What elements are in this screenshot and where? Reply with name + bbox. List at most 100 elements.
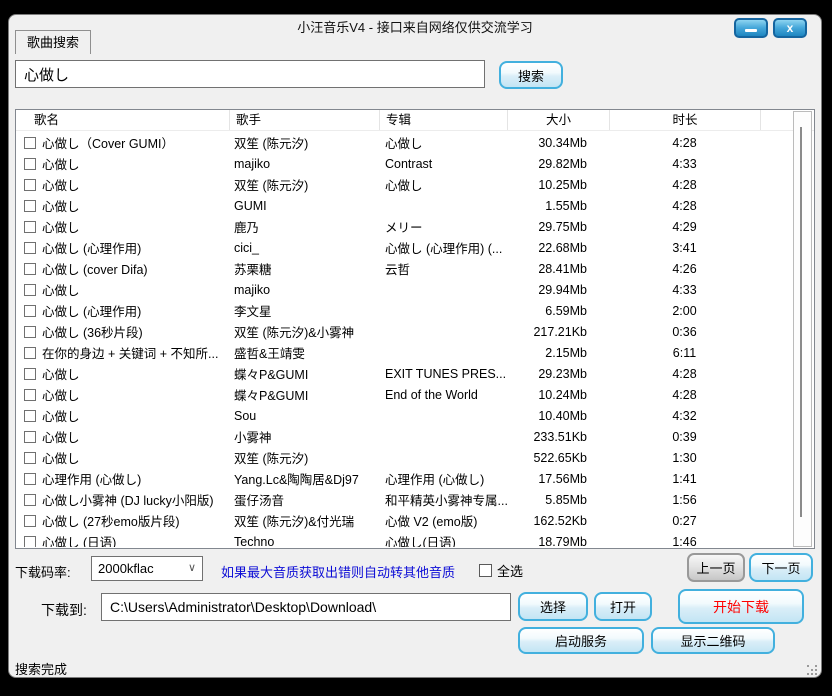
row-checkbox[interactable] (24, 137, 36, 149)
song-duration: 4:32 (609, 409, 760, 423)
choose-folder-button[interactable]: 选择 (518, 592, 588, 621)
table-row[interactable]: 心做し (cover Difa) 苏栗糖 云哲 28.41Mb 4:26 (16, 258, 814, 279)
table-row[interactable]: 心做し 小雾神 233.51Kb 0:39 (16, 426, 814, 447)
close-icon: x (787, 21, 794, 35)
row-checkbox[interactable] (24, 284, 36, 296)
table-row[interactable]: 心做し（Cover GUMI） 双笙 (陈元汐) 心做し 30.34Mb 4:2… (16, 132, 814, 153)
table-body: 心做し（Cover GUMI） 双笙 (陈元汐) 心做し 30.34Mb 4:2… (16, 132, 814, 547)
song-artist: Yang.Lc&陶陶居&Dj97 (229, 469, 379, 488)
select-all-control[interactable]: 全选 (479, 561, 523, 580)
song-duration: 0:27 (609, 514, 760, 528)
song-artist: Sou (229, 409, 379, 423)
row-checkbox[interactable] (24, 410, 36, 422)
song-size: 233.51Kb (507, 430, 609, 444)
row-checkbox[interactable] (24, 536, 36, 548)
table-row[interactable]: 心做し (心理作用) cici_ 心做し (心理作用) (... 22.68Mb… (16, 237, 814, 258)
song-artist: 蝶々P&GUMI (229, 364, 379, 383)
scrollbar[interactable] (793, 111, 812, 547)
row-checkbox[interactable] (24, 242, 36, 254)
table-row[interactable]: 心做し 双笙 (陈元汐) 522.65Kb 1:30 (16, 447, 814, 468)
column-header-album[interactable]: 专辑 (379, 110, 507, 130)
table-row[interactable]: 心做し 双笙 (陈元汐) 心做し 10.25Mb 4:28 (16, 174, 814, 195)
row-checkbox[interactable] (24, 179, 36, 191)
table-row[interactable]: 心做し 鹿乃 メリー 29.75Mb 4:29 (16, 216, 814, 237)
resize-grip-icon[interactable] (807, 665, 809, 667)
song-artist: majiko (229, 283, 379, 297)
row-checkbox[interactable] (24, 494, 36, 506)
song-name: 心做し (27秒emo版片段) (42, 511, 180, 530)
row-checkbox[interactable] (24, 389, 36, 401)
row-checkbox[interactable] (24, 368, 36, 380)
song-duration: 1:41 (609, 472, 760, 486)
table-row[interactable]: 心做し小雾神 (DJ lucky小阳版) 蛋仔汤音 和平精英小雾神专属... 5… (16, 489, 814, 510)
song-artist: 小雾神 (229, 427, 379, 446)
table-row[interactable]: 心做し GUMI 1.55Mb 4:28 (16, 195, 814, 216)
row-checkbox[interactable] (24, 158, 36, 170)
prev-page-button[interactable]: 上一页 (687, 553, 745, 582)
title-bar[interactable]: 小汪音乐V4 - 接口来自网络仅供交流学习 x (9, 15, 821, 41)
song-size: 22.68Mb (507, 241, 609, 255)
table-row[interactable]: 心做し (日语) Techno 心做し(日语) 18.79Mb 1:46 (16, 531, 814, 547)
table-row[interactable]: 心做し majiko Contrast 29.82Mb 4:33 (16, 153, 814, 174)
minimize-button[interactable] (734, 18, 768, 38)
select-all-checkbox[interactable] (479, 564, 492, 577)
song-artist: 苏栗糖 (229, 259, 379, 278)
row-checkbox[interactable] (24, 473, 36, 485)
song-album: 云哲 (379, 259, 507, 278)
row-checkbox[interactable] (24, 221, 36, 233)
start-download-button[interactable]: 开始下载 (678, 589, 804, 624)
table-row[interactable]: 心做し 蝶々P&GUMI End of the World 10.24Mb 4:… (16, 384, 814, 405)
table-row[interactable]: 心做し Sou 10.40Mb 4:32 (16, 405, 814, 426)
song-name: 心做し (心理作用) (42, 301, 141, 320)
song-size: 217.21Kb (507, 325, 609, 339)
table-row[interactable]: 心理作用 (心做し) Yang.Lc&陶陶居&Dj97 心理作用 (心做し) 1… (16, 468, 814, 489)
search-button[interactable]: 搜索 (499, 61, 563, 89)
table-row[interactable]: 心做し majiko 29.94Mb 4:33 (16, 279, 814, 300)
show-qrcode-button[interactable]: 显示二维码 (651, 627, 775, 654)
download-path-input[interactable] (101, 593, 511, 621)
row-checkbox[interactable] (24, 452, 36, 464)
bitrate-dropdown[interactable]: 2000kflac ∨ (91, 556, 203, 581)
row-checkbox[interactable] (24, 200, 36, 212)
song-duration: 1:30 (609, 451, 760, 465)
song-duration: 4:33 (609, 283, 760, 297)
column-header-duration[interactable]: 时长 (609, 110, 760, 130)
column-header-song[interactable]: 歌名 (16, 110, 229, 130)
row-checkbox[interactable] (24, 263, 36, 275)
song-artist: 鹿乃 (229, 217, 379, 236)
table-row[interactable]: 心做し 蝶々P&GUMI EXIT TUNES PRES... 29.23Mb … (16, 363, 814, 384)
song-size: 162.52Kb (507, 514, 609, 528)
song-size: 1.55Mb (507, 199, 609, 213)
scrollbar-thumb[interactable] (800, 127, 802, 517)
song-album: End of the World (379, 388, 507, 402)
start-service-button[interactable]: 启动服务 (518, 627, 644, 654)
row-checkbox[interactable] (24, 305, 36, 317)
song-name: 心做し (36秒片段) (42, 322, 143, 341)
song-size: 29.94Mb (507, 283, 609, 297)
song-artist: 双笙 (陈元汐) (229, 133, 379, 152)
table-row[interactable]: 在你的身边 + 关键词 + 不知所... 盛哲&王靖雯 2.15Mb 6:11 (16, 342, 814, 363)
song-name: 心做し (42, 448, 80, 467)
open-folder-button[interactable]: 打开 (594, 592, 652, 621)
song-album: 心做 V2 (emo版) (379, 511, 507, 530)
tab-song-search[interactable]: 歌曲搜索 (15, 30, 91, 54)
song-artist: 双笙 (陈元汐)&小雾神 (229, 322, 379, 341)
search-input[interactable] (15, 60, 485, 88)
row-checkbox[interactable] (24, 431, 36, 443)
row-checkbox[interactable] (24, 515, 36, 527)
row-checkbox[interactable] (24, 347, 36, 359)
song-album: 心理作用 (心做し) (379, 469, 507, 488)
column-header-size[interactable]: 大小 (507, 110, 609, 130)
song-size: 5.85Mb (507, 493, 609, 507)
song-name: 心做し (日语) (42, 532, 116, 547)
table-row[interactable]: 心做し (心理作用) 李文星 6.59Mb 2:00 (16, 300, 814, 321)
column-header-artist[interactable]: 歌手 (229, 110, 379, 130)
close-button[interactable]: x (773, 18, 807, 38)
table-row[interactable]: 心做し (27秒emo版片段) 双笙 (陈元汐)&付光瑞 心做 V2 (emo版… (16, 510, 814, 531)
table-row[interactable]: 心做し (36秒片段) 双笙 (陈元汐)&小雾神 217.21Kb 0:36 (16, 321, 814, 342)
song-duration: 6:11 (609, 346, 760, 360)
song-name: 心做し (42, 280, 80, 299)
next-page-button[interactable]: 下一页 (749, 553, 813, 582)
row-checkbox[interactable] (24, 326, 36, 338)
song-size: 28.41Mb (507, 262, 609, 276)
